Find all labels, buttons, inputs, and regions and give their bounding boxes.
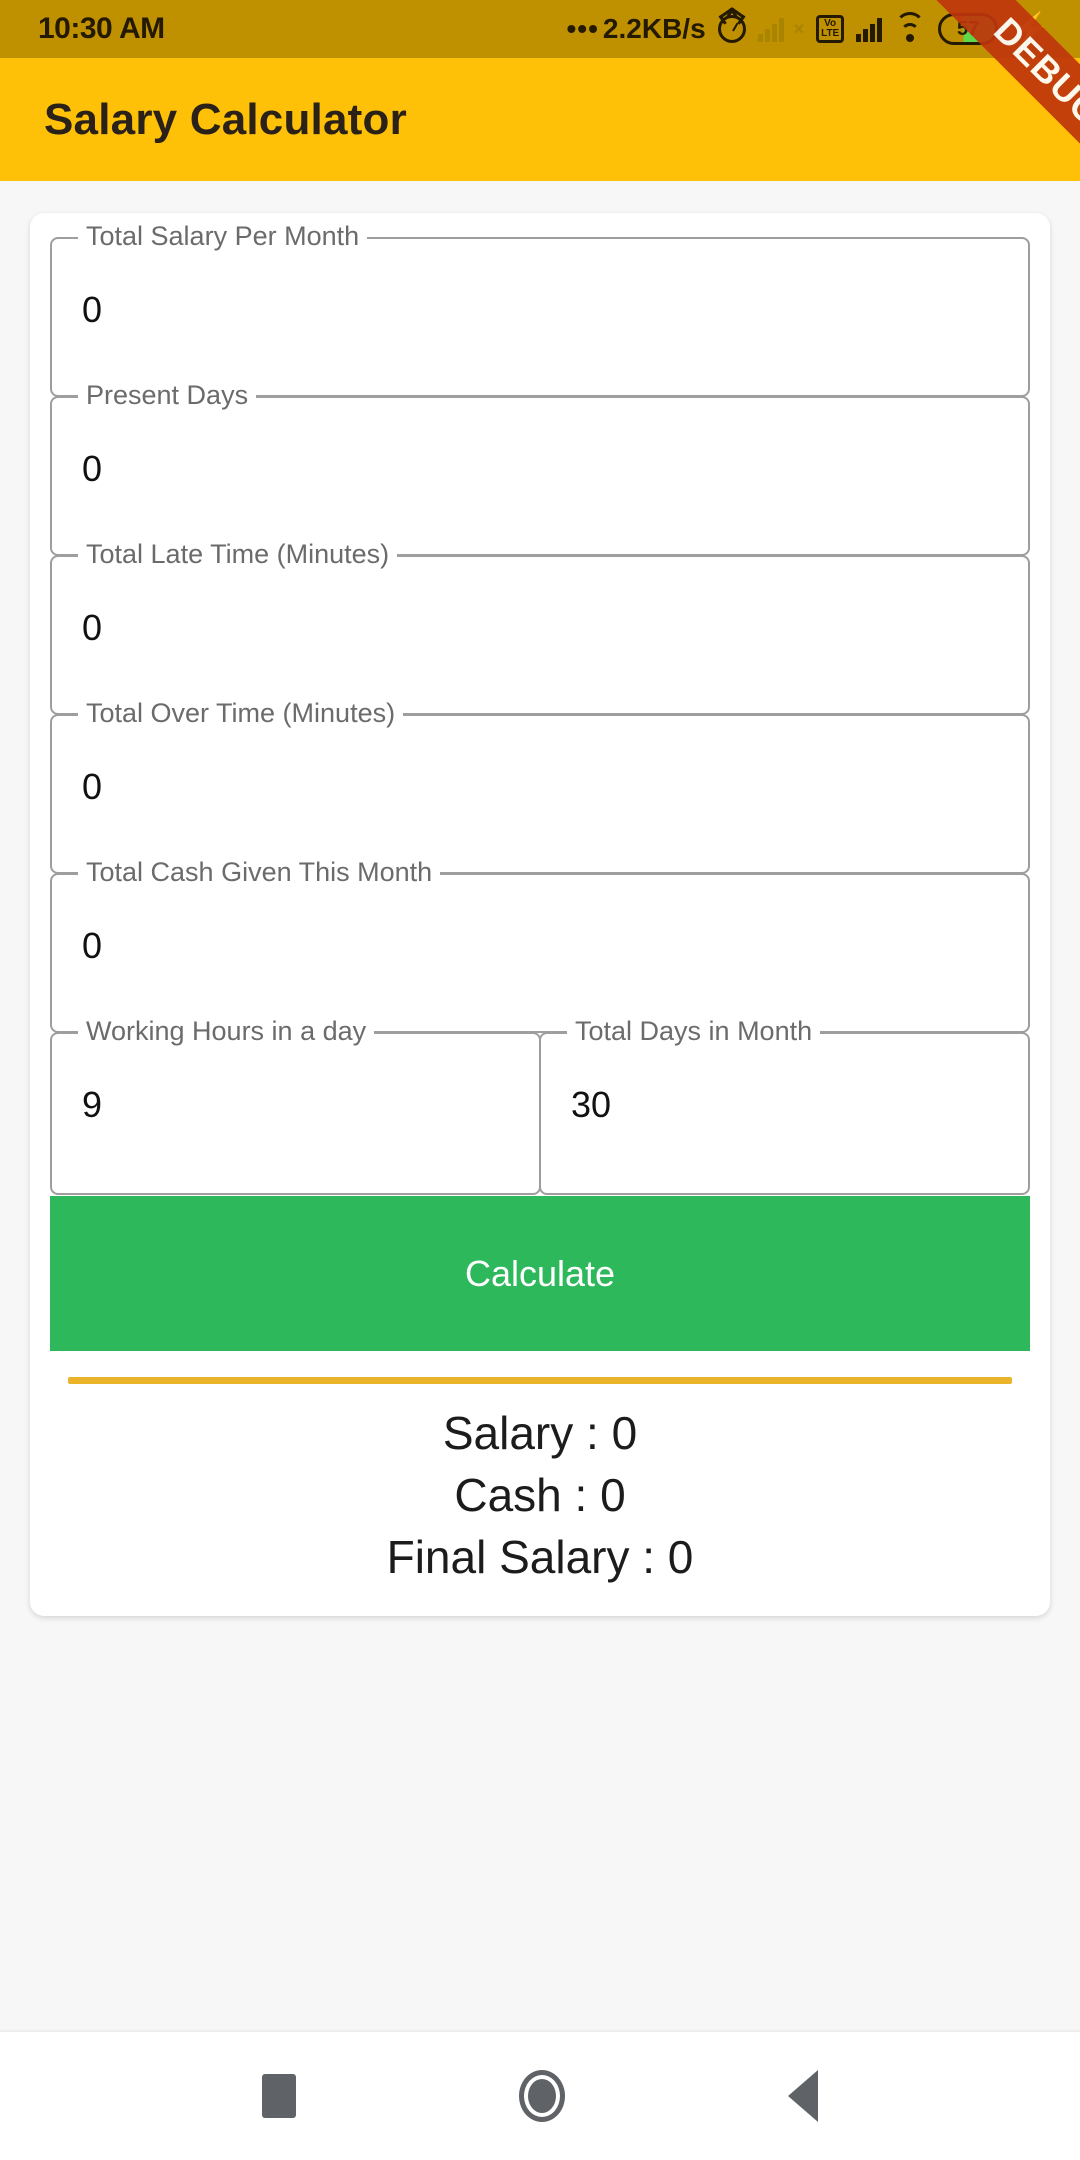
field-outline [50, 1032, 541, 1195]
results-section: Salary : 0 Cash : 0 Final Salary : 0 [50, 1384, 1030, 1588]
no-sim-x-icon: × [793, 18, 805, 39]
field-label: Total Over Time (Minutes) [78, 699, 404, 727]
app-bar: Salary Calculator [0, 58, 1080, 181]
field-outline [50, 237, 1030, 397]
calculate-button[interactable]: Calculate [50, 1196, 1030, 1351]
recents-square-icon[interactable] [261, 2074, 296, 2118]
android-nav-bar [0, 2030, 1080, 2160]
field-total-cash-given[interactable]: Total Cash Given This Month 0 [50, 858, 1030, 1033]
charging-bolt-icon: ⚡ [1010, 11, 1050, 47]
field-label: Total Salary Per Month [78, 222, 368, 250]
field-row-hours-days: Working Hours in a day 9 Total Days in M… [50, 1017, 1030, 1195]
field-working-hours-per-day[interactable]: Working Hours in a day 9 [50, 1017, 541, 1195]
page-title: Salary Calculator [44, 94, 407, 144]
network-speed-label: 2.2KB/s [602, 13, 706, 44]
result-salary: Salary : 0 [442, 1407, 638, 1459]
result-final-salary: Final Salary : 0 [386, 1531, 694, 1583]
field-total-days-in-month[interactable]: Total Days in Month 30 [539, 1017, 1030, 1195]
field-total-late-time[interactable]: Total Late Time (Minutes) 0 [50, 540, 1030, 715]
field-present-days[interactable]: Present Days 0 [50, 381, 1030, 556]
results-divider [68, 1377, 1012, 1384]
field-value[interactable]: 0 [82, 448, 102, 490]
field-outline [539, 1032, 1030, 1195]
field-value[interactable]: 30 [571, 1084, 611, 1126]
battery-percent-label: 57 [957, 17, 980, 40]
field-value[interactable]: 0 [82, 607, 102, 649]
field-label: Total Days in Month [567, 1017, 821, 1045]
field-label: Total Cash Given This Month [78, 858, 441, 886]
result-cash: Cash : 0 [454, 1469, 626, 1521]
battery-icon: 57 [938, 13, 999, 45]
volte-bottom-label: LTE [821, 28, 840, 39]
field-value[interactable]: 9 [82, 1084, 102, 1126]
speed-dots-icon: ••• [566, 13, 599, 44]
volte-icon: Vo LTE [816, 15, 845, 43]
status-icons: ••• 2.2KB/s × Vo LTE 57 ⚡ [567, 11, 1065, 47]
field-value[interactable]: 0 [82, 289, 102, 331]
wifi-icon [894, 12, 926, 42]
field-label: Present Days [78, 381, 257, 409]
back-triangle-icon[interactable] [788, 2070, 819, 2122]
signal-bars-icon [856, 16, 883, 42]
signal-no-sim-icon [757, 16, 784, 42]
field-total-over-time[interactable]: Total Over Time (Minutes) 0 [50, 699, 1030, 874]
field-label: Working Hours in a day [78, 1017, 375, 1045]
field-label: Total Late Time (Minutes) [78, 540, 398, 568]
field-value[interactable]: 0 [82, 925, 102, 967]
field-total-salary-per-month[interactable]: Total Salary Per Month 0 [50, 222, 1030, 397]
network-speed: ••• 2.2KB/s [567, 13, 706, 45]
field-outline [50, 873, 1030, 1033]
home-circle-icon[interactable] [518, 2070, 565, 2122]
calculator-card: Total Salary Per Month 0 Present Days 0 … [30, 213, 1050, 1616]
status-clock: 10:30 AM [38, 12, 165, 45]
content-area: Total Salary Per Month 0 Present Days 0 … [0, 181, 1080, 2030]
field-outline [50, 555, 1030, 715]
alarm-icon [717, 15, 746, 43]
status-bar: 10:30 AM ••• 2.2KB/s × Vo LTE 57 ⚡ [0, 0, 1080, 58]
field-value[interactable]: 0 [82, 766, 102, 808]
field-outline [50, 396, 1030, 556]
field-outline [50, 714, 1030, 874]
